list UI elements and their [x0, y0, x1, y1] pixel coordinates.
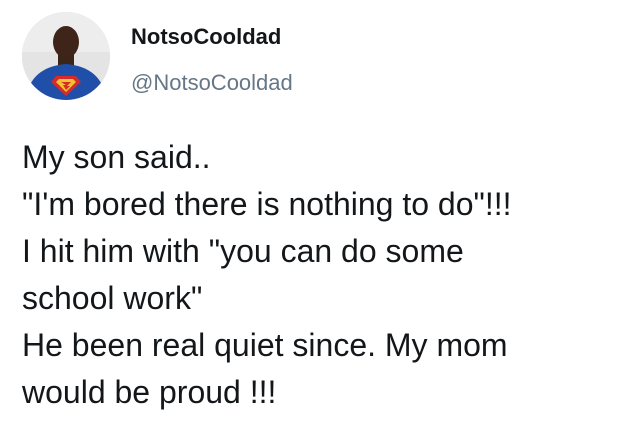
tweet-text-line: "I'm bored there is nothing to do"!!!: [22, 186, 512, 222]
display-name[interactable]: NotsoCooldad: [131, 24, 281, 50]
tweet-text-line: I hit him with "you can do some: [22, 233, 464, 269]
tweet-text-line: would be proud !!!: [22, 374, 277, 410]
avatar[interactable]: [22, 12, 110, 100]
avatar-image: [22, 12, 110, 100]
tweet-text: My son said.. "I'm bored there is nothin…: [22, 134, 632, 416]
tweet-text-line: He been real quiet since. My mom: [22, 327, 508, 363]
user-handle[interactable]: @NotsoCooldad: [131, 70, 293, 96]
tweet-card: NotsoCooldad @NotsoCooldad My son said..…: [0, 0, 640, 446]
tweet-text-line: school work": [22, 280, 203, 316]
tweet-text-line: My son said..: [22, 139, 211, 175]
